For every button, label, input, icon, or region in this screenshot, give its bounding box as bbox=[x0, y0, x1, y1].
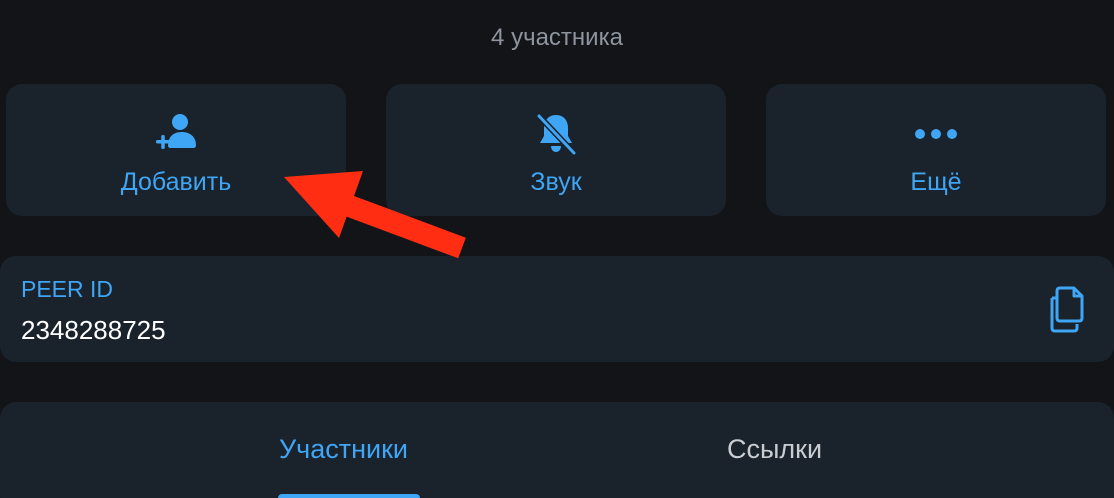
sound-label: Звук bbox=[530, 168, 582, 196]
chat-info-page: 4 участника Добавить Звук Ещё PEER ID 23… bbox=[0, 0, 1114, 498]
tabs-card bbox=[0, 402, 1114, 498]
tab-links[interactable]: Ссылки bbox=[727, 434, 822, 465]
peer-id-value: 2348288725 bbox=[21, 315, 166, 345]
more-button[interactable]: Ещё bbox=[766, 84, 1106, 216]
peer-id-card: PEER ID 2348288725 bbox=[0, 256, 1114, 362]
active-tab-indicator bbox=[278, 494, 420, 498]
bell-muted-icon bbox=[536, 113, 577, 156]
tab-members[interactable]: Участники bbox=[279, 434, 408, 465]
member-count: 4 участника bbox=[491, 24, 623, 51]
copy-icon[interactable] bbox=[1046, 286, 1090, 334]
peer-id-label: PEER ID bbox=[21, 276, 114, 302]
add-user-icon bbox=[156, 114, 196, 149]
more-label: Ещё bbox=[910, 168, 962, 196]
more-dots-icon bbox=[915, 129, 957, 139]
sound-button[interactable]: Звук bbox=[386, 84, 726, 216]
add-member-label: Добавить bbox=[120, 168, 232, 196]
add-member-button[interactable]: Добавить bbox=[6, 84, 346, 216]
